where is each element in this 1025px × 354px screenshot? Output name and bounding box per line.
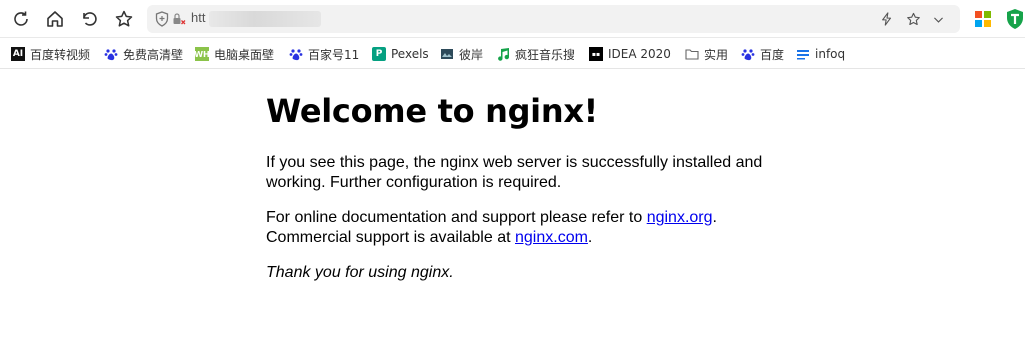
music-note-icon xyxy=(496,47,510,61)
bookmark-item[interactable]: 彼岸 xyxy=(440,45,483,63)
lightning-icon[interactable] xyxy=(879,11,895,27)
baidu-paw-icon xyxy=(741,47,755,61)
nginx-org-link[interactable]: nginx.org xyxy=(647,209,713,226)
bookmark-item[interactable]: P Pexels xyxy=(372,45,429,63)
baidu-paw-icon xyxy=(104,47,118,61)
address-bar[interactable]: htt xyxy=(147,5,960,33)
bookmark-item[interactable]: 百度 xyxy=(741,45,784,63)
ai-icon: AI xyxy=(11,47,25,61)
bookmark-item[interactable]: 疯狂音乐搜 xyxy=(496,45,574,63)
url-text: htt xyxy=(191,10,206,25)
green-shield-icon[interactable] xyxy=(1005,8,1025,30)
baidu-paw-icon xyxy=(289,47,303,61)
bookmarks-bar: AI 百度转视频 免费高清壁 WH 电脑桌面壁 百家号11 P Pexels 彼… xyxy=(0,38,1025,69)
bookmark-item[interactable]: AI 百度转视频 xyxy=(11,45,90,63)
folder-icon xyxy=(685,47,699,61)
windows-grid-icon[interactable] xyxy=(975,11,991,27)
bookmark-item[interactable]: ▪▪ IDEA 2020 xyxy=(589,45,671,63)
insecure-lock-icon[interactable] xyxy=(172,12,186,26)
favorite-star-icon[interactable] xyxy=(113,8,135,30)
bookmark-star-icon[interactable] xyxy=(905,11,921,27)
thanks-paragraph: Thank you for using nginx. xyxy=(266,263,806,283)
browser-toolbar: htt xyxy=(0,0,1025,38)
wh-icon: WH xyxy=(194,47,210,61)
nginx-com-link[interactable]: nginx.com xyxy=(515,229,588,246)
undo-icon[interactable] xyxy=(78,8,100,30)
bookmark-item[interactable]: 免费高清壁 xyxy=(104,45,184,63)
shield-icon[interactable] xyxy=(155,11,169,27)
bian-icon xyxy=(440,47,454,61)
commercial-text: Commercial support is available at xyxy=(266,229,515,246)
bookmark-item[interactable]: 实用 xyxy=(685,45,728,63)
url-blurred xyxy=(209,11,321,27)
commercial-period: . xyxy=(587,229,593,246)
page-title: Welcome to nginx! xyxy=(266,92,598,130)
bookmark-item[interactable]: WH 电脑桌面壁 xyxy=(194,45,277,63)
bookmark-item[interactable]: 百家号11 xyxy=(289,45,359,63)
page-content: Welcome to nginx! If you see this page, … xyxy=(266,70,806,283)
idea-icon: ▪▪ xyxy=(589,47,603,61)
bookmark-item[interactable]: infoq xyxy=(796,45,845,63)
refresh-icon[interactable] xyxy=(10,8,32,30)
support-period: . xyxy=(712,209,717,226)
intro-paragraph: If you see this page, the nginx web serv… xyxy=(266,154,763,191)
pexels-icon: P xyxy=(372,47,386,61)
thanks-text: Thank you for using nginx. xyxy=(266,264,454,281)
support-paragraph: For online documentation and support ple… xyxy=(266,208,806,248)
chevron-down-icon[interactable] xyxy=(930,11,946,27)
support-text: For online documentation and support ple… xyxy=(266,209,647,226)
home-icon[interactable] xyxy=(44,8,66,30)
infoq-icon xyxy=(796,47,810,61)
